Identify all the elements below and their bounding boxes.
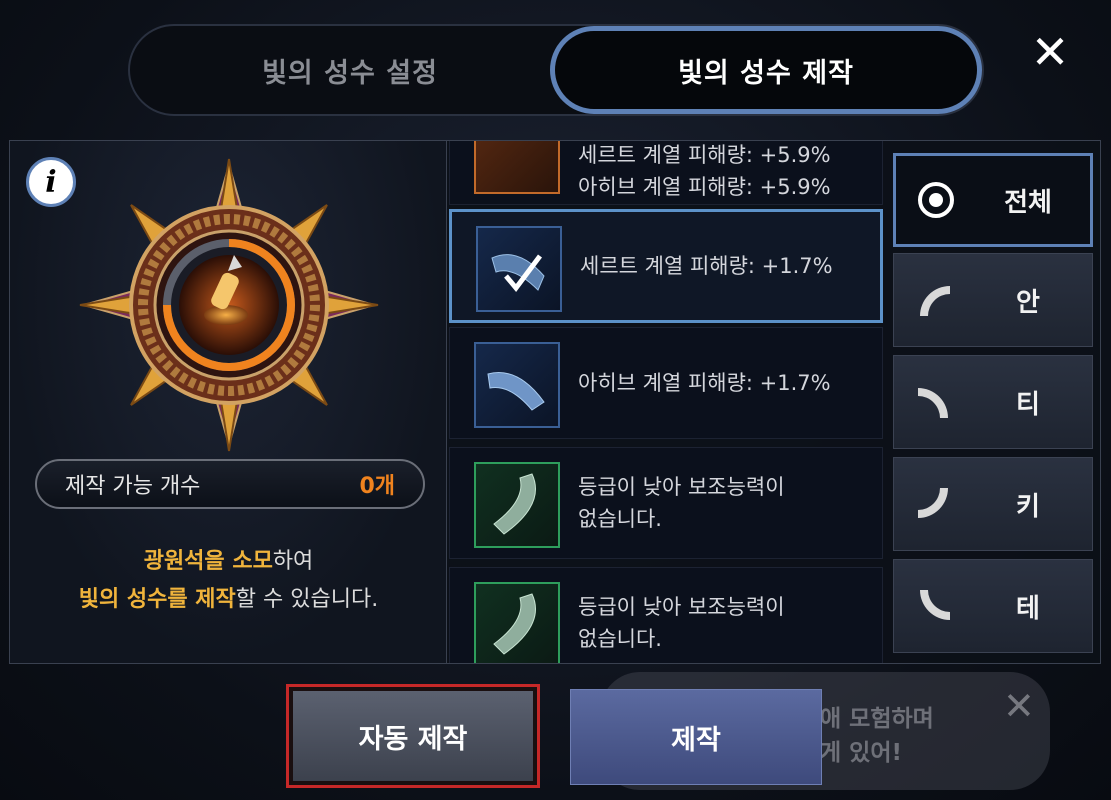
craft-button[interactable]: 제작 [570,689,822,785]
item-effect-line-1: 등급이 낮아 보조능력이 [578,475,785,499]
item-effect-line-1: 아히브 계열 피해량: +1.7% [578,371,831,395]
holy-water-thumbnail-icon [474,462,560,548]
quarter-arc-bottom-right-icon [918,488,948,518]
auto-craft-button[interactable]: 자동 제작 [286,684,540,788]
item-effect-line-2: 아히브 계열 피해량: +5.9% [578,175,831,199]
item-effect-line-1: 세르트 계열 피해량: +1.7% [580,254,833,278]
filter-label: 전체 [1004,187,1052,218]
quarter-arc-top-right-icon [918,388,948,418]
holy-water-piece-icon [493,593,536,655]
holy-water-thumbnail-icon [474,141,560,194]
background-chat-line-2: 게 있어! [820,740,902,766]
craftable-count-value: 0개 [359,474,395,499]
filter-ti[interactable]: 티 [893,355,1093,449]
info-icon[interactable]: i [26,157,76,207]
desc-text-2: 할 수 있습니다. [235,587,379,612]
filter-ki[interactable]: 키 [893,457,1093,551]
item-effect-line-1: 등급이 낮아 보조능력이 [578,595,785,619]
holy-water-thumbnail-icon [474,342,560,428]
background-chat-text: 애 모험하며 게 있어! [820,702,934,770]
target-icon [918,182,954,218]
filter-label: 티 [1016,389,1040,420]
filter-te[interactable]: 테 [893,559,1093,653]
item-effect-line-2: 없습니다. [578,627,662,651]
filter-label: 안 [1016,287,1040,318]
background-chat-line-1: 애 모험하며 [820,706,934,732]
filter-label: 키 [1016,491,1040,522]
filter-an[interactable]: 안 [893,253,1093,347]
list-item[interactable]: 세르트 계열 피해량: +1.7% [449,209,883,323]
tab-holy-water-crafting[interactable]: 빛의 성수 제작 [550,26,982,114]
filter-all[interactable]: 전체 [893,153,1093,247]
crafting-description: 광원석을 소모하여 빛의 성수를 제작할 수 있습니다. [10,543,447,619]
item-effect-line-2: 없습니다. [578,507,662,531]
holy-water-list[interactable]: 세르트 계열 피해량: +5.9% 아히브 계열 피해량: +5.9% 세르트 … [447,141,885,663]
item-effect-line-1: 세르트 계열 피해량: +5.9% [578,143,831,167]
holy-water-emblem-icon [79,158,379,452]
quarter-arc-top-left-icon [920,286,950,316]
quarter-arc-bottom-left-icon [920,590,950,620]
desc-highlight-2: 빛의 성수를 제작 [78,587,236,612]
holy-water-piece-icon [493,473,536,535]
check-icon [491,254,545,293]
holy-water-piece-icon [487,372,545,411]
holy-water-thumbnail-icon [476,226,562,312]
craftable-count-label: 제작 가능 개수 [65,474,201,499]
filter-label: 테 [1016,593,1040,624]
desc-highlight-1: 광원석을 소모 [143,549,273,574]
list-item[interactable]: 아히브 계열 피해량: +1.7% [449,327,883,439]
background-close-icon: ✕ [1003,684,1035,728]
holy-water-thumbnail-icon [474,582,560,663]
crafting-panel: i 제작 가능 개수 0개 광원석을 소모하여 빛의 성수를 제작할 수 있습니… [9,140,1101,664]
desc-text-1: 하여 [272,549,314,574]
auto-craft-label: 자동 제작 [293,691,533,781]
filter-column: 전체 안 티 키 테 [887,141,1100,663]
craftable-count-bar: 제작 가능 개수 0개 [35,459,425,509]
close-icon[interactable]: ✕ [1028,25,1072,79]
emblem-panel: i 제작 가능 개수 0개 광원석을 소모하여 빛의 성수를 제작할 수 있습니… [10,141,447,663]
list-item[interactable]: 세르트 계열 피해량: +5.9% 아히브 계열 피해량: +5.9% [449,141,883,205]
tab-holy-water-settings[interactable]: 빛의 성수 설정 [150,26,550,114]
tab-bar: 빛의 성수 설정 빛의 성수 제작 [128,24,984,116]
list-item[interactable]: 등급이 낮아 보조능력이 없습니다. [449,447,883,559]
list-item[interactable]: 등급이 낮아 보조능력이 없습니다. [449,567,883,663]
